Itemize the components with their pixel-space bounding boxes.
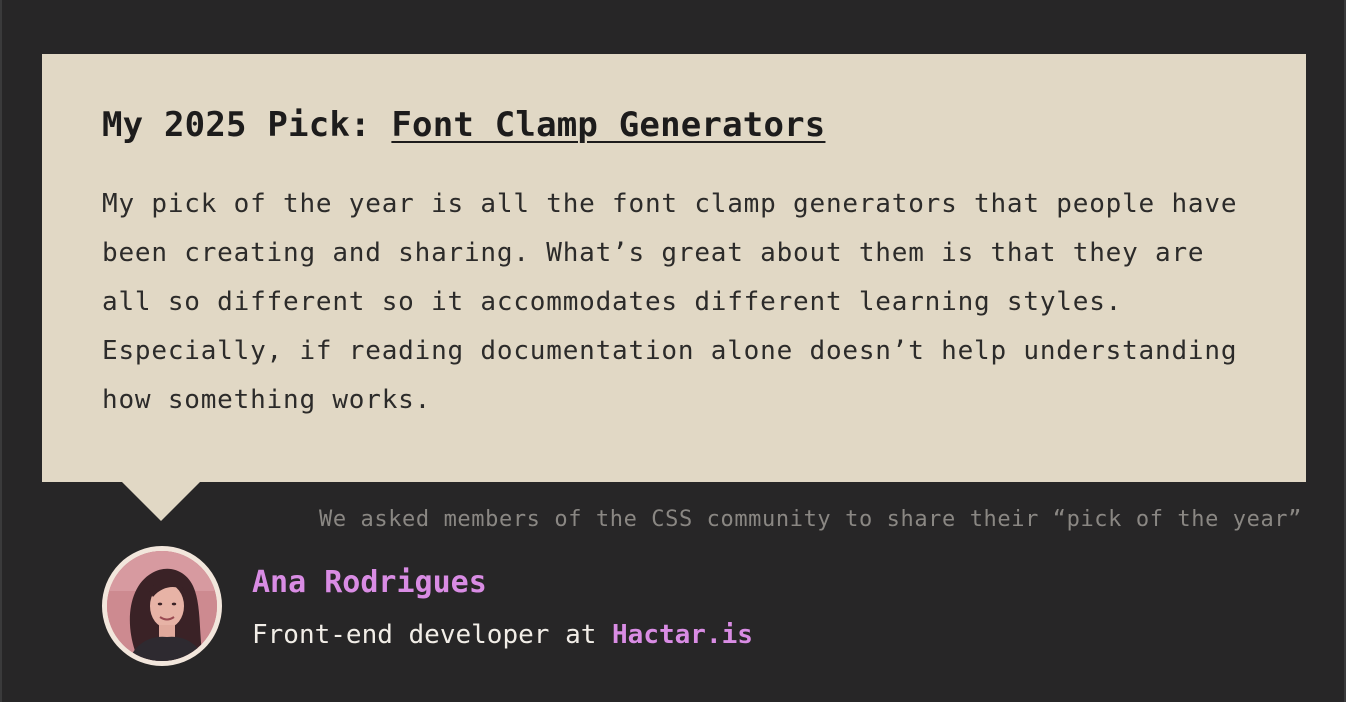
company-link[interactable]: Hactar.is — [612, 620, 753, 650]
author-role-label: Front-end developer at — [252, 620, 613, 650]
community-caption: We asked members of the CSS community to… — [318, 507, 1302, 532]
person-photo-icon — [107, 551, 217, 661]
page-frame: My 2025 Pick: Font Clamp Generators My p… — [0, 0, 1346, 702]
pick-title-prefix: My 2025 Pick: — [102, 105, 392, 145]
author-avatar — [102, 546, 222, 666]
pick-title-link[interactable]: Font Clamp Generators — [391, 105, 825, 145]
pick-title: My 2025 Pick: Font Clamp Generators — [102, 100, 1246, 150]
pick-card: My 2025 Pick: Font Clamp Generators My p… — [42, 54, 1306, 482]
speech-pointer — [121, 481, 201, 521]
pick-body: My pick of the year is all the font clam… — [102, 189, 1238, 415]
author-name: Ana Rodrigues — [252, 565, 487, 600]
author-role: Front-end developer at Hactar.is — [252, 616, 753, 654]
